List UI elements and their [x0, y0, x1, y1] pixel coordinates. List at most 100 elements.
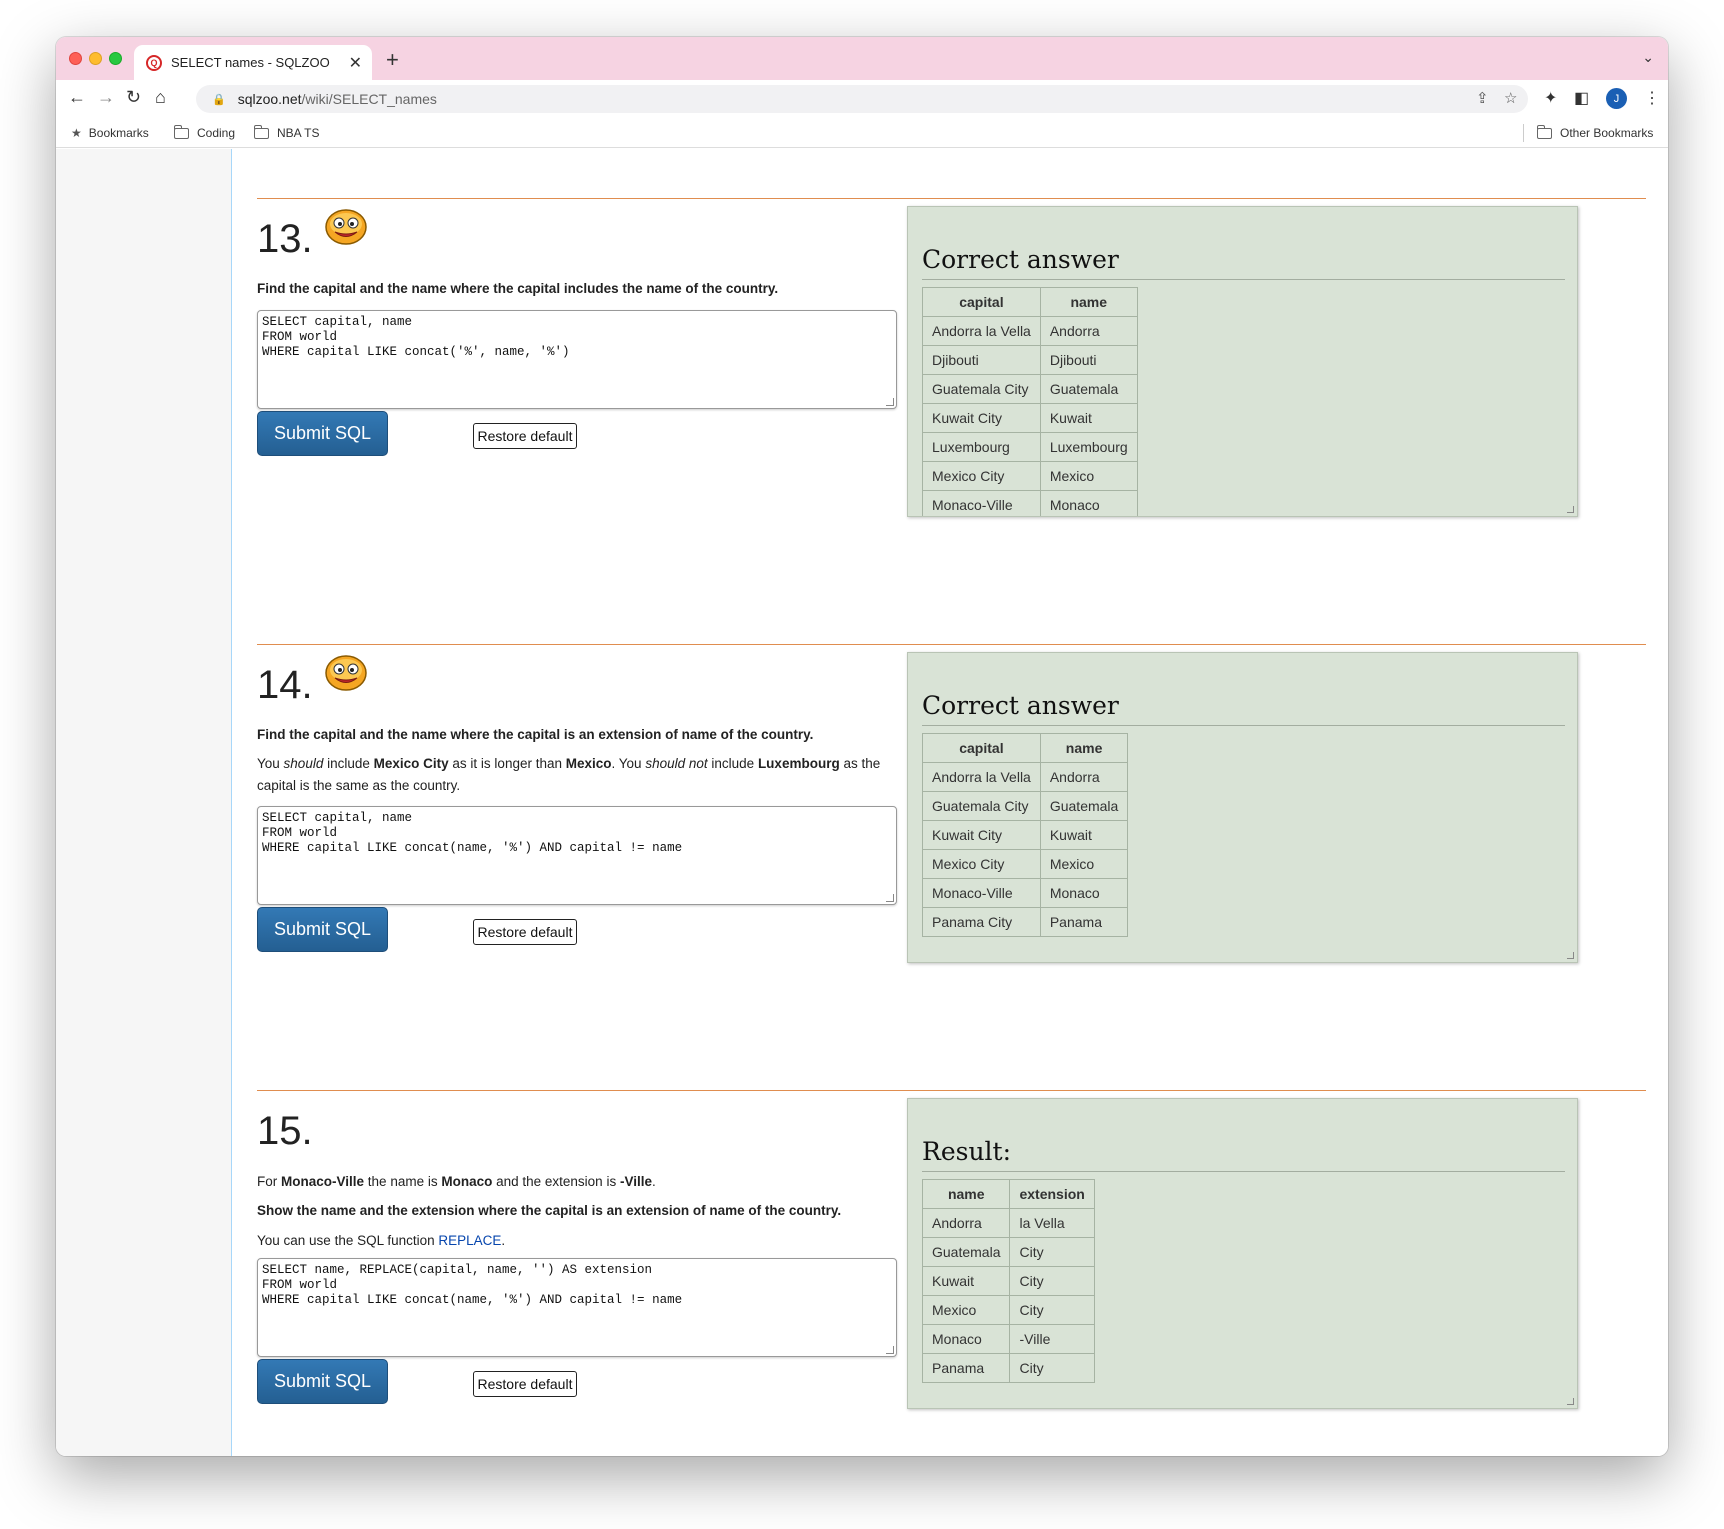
- folder-icon: [173, 124, 189, 139]
- back-icon[interactable]: ←: [68, 87, 86, 108]
- table-cell: City: [1009, 1295, 1095, 1325]
- question-14: 14. Find the capital and the name where …: [257, 644, 1646, 1074]
- maximize-window-button[interactable]: [109, 52, 122, 65]
- table-cell: Djibouti: [922, 345, 1041, 375]
- table-cell: City: [1009, 1353, 1095, 1383]
- result-table: name extension Andorra la Vella Guatemala…: [921, 1179, 1095, 1383]
- sql-editor[interactable]: SELECT name, REPLACE(capital, name, '') …: [257, 1258, 897, 1357]
- note-text: as it is longer than: [448, 756, 566, 771]
- menu-icon[interactable]: ⋮: [1644, 88, 1660, 108]
- submit-sql-button[interactable]: Submit SQL: [257, 1359, 388, 1404]
- note-text: include: [707, 756, 758, 771]
- question-number: 14.: [257, 663, 313, 707]
- table-cell: Guatemala City: [922, 791, 1041, 821]
- resize-grip-icon[interactable]: [1567, 1398, 1574, 1405]
- answer-table: capital name Andorra la Vella Andorra Dji…: [922, 287, 1138, 516]
- instruction-text: Show the name and the extension where th…: [257, 1203, 842, 1218]
- resize-grip-icon[interactable]: [886, 1346, 894, 1354]
- extensions-icon[interactable]: ✦: [1544, 88, 1557, 108]
- note-emphasis: should: [283, 756, 324, 771]
- question-instruction: Find the capital and the name where the …: [257, 278, 897, 300]
- sql-text: SELECT name, REPLACE(capital, name, '') …: [262, 1263, 683, 1307]
- reload-icon[interactable]: ↻: [126, 87, 141, 108]
- share-icon[interactable]: ⇪: [1476, 89, 1489, 107]
- table-cell: Monaco-Ville: [922, 490, 1041, 516]
- section-divider: [257, 1090, 1646, 1091]
- hint-text: .: [501, 1233, 506, 1248]
- table-row: Monaco-Ville Monaco: [922, 878, 1129, 908]
- resize-grip-icon[interactable]: [1567, 952, 1574, 959]
- tab-search-chevron-icon[interactable]: ⌄: [1642, 49, 1654, 66]
- lock-icon[interactable]: 🔒: [212, 93, 226, 106]
- bookmark-label: Bookmarks: [88, 126, 149, 140]
- question-instruction: Show the name and the extension where th…: [257, 1200, 897, 1222]
- table-cell: Mexico: [1039, 849, 1129, 879]
- section-divider: [257, 198, 1646, 199]
- active-tab[interactable]: Q SELECT names - SQLZOO ✕: [134, 45, 372, 80]
- table-cell: Andorra la Vella: [922, 316, 1041, 346]
- folder-icon: [1536, 124, 1552, 139]
- resize-grip-icon[interactable]: [886, 894, 894, 902]
- table-cell: Guatemala: [921, 1237, 1011, 1267]
- bookmark-label: NBA TS: [277, 126, 320, 140]
- table-row: Djibouti Djibouti: [922, 345, 1138, 375]
- table-cell: Kuwait City: [922, 403, 1041, 433]
- question-number: 13.: [257, 217, 313, 261]
- table-cell: Kuwait: [921, 1266, 1011, 1296]
- table-cell: Panama: [921, 1353, 1011, 1383]
- bookmark-nba-ts[interactable]: NBA TS: [253, 124, 320, 140]
- table-cell: Kuwait: [1039, 403, 1138, 433]
- address-bar[interactable]: 🔒 sqlzoo.net/wiki/SELECT_names ⇪ ☆: [196, 85, 1528, 113]
- url-text: sqlzoo.net/wiki/SELECT_names: [238, 91, 437, 107]
- intro-bold: -Ville: [619, 1174, 652, 1189]
- smiley-icon: [325, 655, 367, 691]
- section-divider: [257, 644, 1646, 645]
- restore-default-button[interactable]: Restore default: [473, 423, 577, 449]
- star-icon[interactable]: ☆: [1504, 89, 1517, 107]
- resize-grip-icon[interactable]: [886, 398, 894, 406]
- submit-sql-button[interactable]: Submit SQL: [257, 907, 388, 952]
- note-bold: Luxembourg: [757, 756, 840, 771]
- restore-default-button[interactable]: Restore default: [473, 919, 577, 945]
- answer-panel: Correct answer capital name Andorra la V…: [907, 206, 1578, 517]
- table-cell: Monaco: [921, 1324, 1011, 1354]
- bookmark-label: Coding: [197, 126, 236, 140]
- note-bold: Mexico: [565, 756, 612, 771]
- table-header-row: capital name: [922, 733, 1129, 763]
- column-header: name: [921, 1179, 1011, 1209]
- profile-avatar[interactable]: J: [1606, 88, 1627, 109]
- resize-grip-icon[interactable]: [1567, 506, 1574, 513]
- sql-editor[interactable]: SELECT capital, name FROM world WHERE ca…: [257, 806, 897, 905]
- minimize-window-button[interactable]: [89, 52, 102, 65]
- question-instruction: Find the capital and the name where the …: [257, 724, 897, 746]
- table-row: Kuwait City Kuwait: [922, 820, 1129, 850]
- restore-default-button[interactable]: Restore default: [473, 1371, 577, 1397]
- tab-title: SELECT names - SQLZOO: [171, 55, 330, 70]
- table-cell: Andorra: [1039, 762, 1129, 792]
- note-text: . You: [611, 756, 646, 771]
- close-window-button[interactable]: [69, 52, 82, 65]
- table-row: Andorra la Vella Andorra: [922, 316, 1138, 346]
- table-cell: -Ville: [1009, 1324, 1095, 1354]
- new-tab-icon[interactable]: +: [386, 47, 399, 73]
- replace-function-link[interactable]: REPLACE: [438, 1233, 501, 1248]
- note-text: You: [257, 756, 284, 771]
- column-header: capital: [922, 733, 1041, 763]
- bookmark-bookmarks[interactable]: ★ Bookmarks: [71, 126, 149, 140]
- table-row: Mexico City: [921, 1295, 1095, 1325]
- table-cell: Guatemala: [1039, 374, 1138, 404]
- table-row: Panama City Panama: [922, 907, 1129, 937]
- forward-icon[interactable]: →: [97, 87, 115, 108]
- submit-sql-button[interactable]: Submit SQL: [257, 411, 388, 456]
- sidepanel-icon[interactable]: ◧: [1574, 88, 1589, 108]
- table-row: Guatemala City Guatemala: [922, 791, 1129, 821]
- table-cell: Mexico City: [922, 461, 1041, 491]
- intro-bold: Monaco-Ville: [281, 1174, 365, 1189]
- bookmark-other[interactable]: Other Bookmarks: [1536, 124, 1653, 140]
- bookmark-coding[interactable]: Coding: [173, 124, 236, 140]
- tab-close-icon[interactable]: ✕: [349, 53, 362, 73]
- sql-editor[interactable]: SELECT capital, name FROM world WHERE ca…: [257, 310, 897, 409]
- table-cell: Andorra: [1039, 316, 1138, 346]
- tab-strip: Q SELECT names - SQLZOO ✕ + ⌄: [56, 37, 1668, 80]
- home-icon[interactable]: ⌂: [155, 87, 166, 108]
